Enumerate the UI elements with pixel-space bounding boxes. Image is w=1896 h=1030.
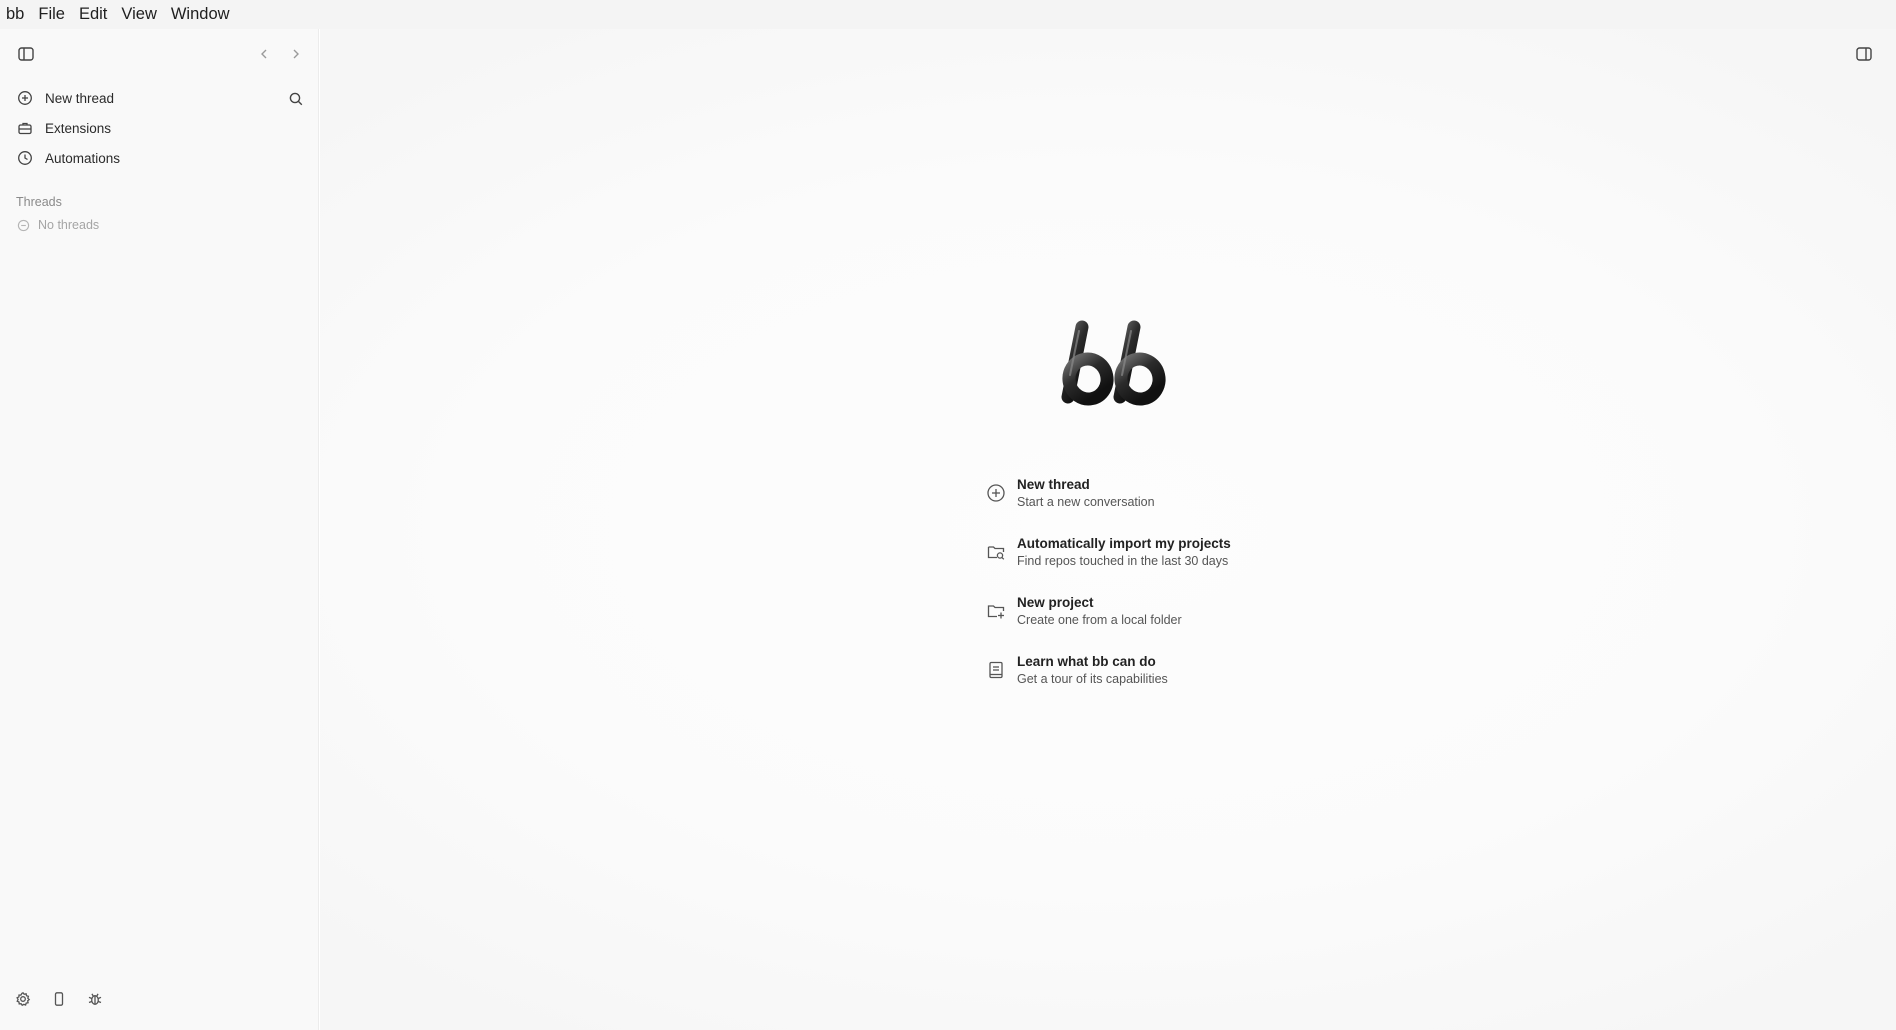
- action-title: New thread: [1017, 477, 1090, 492]
- bug-icon[interactable]: [86, 990, 104, 1008]
- action-new-thread[interactable]: New thread Start a new conversation: [985, 473, 1385, 532]
- sidebar: New thread Extensions Automations Thread…: [0, 29, 319, 1030]
- bb-logo: [1061, 320, 1166, 406]
- folder-plus-icon: [985, 600, 1007, 622]
- sidebar-item-extensions[interactable]: Extensions: [10, 114, 306, 142]
- menu-file[interactable]: File: [31, 0, 72, 29]
- action-new-project[interactable]: New project Create one from a local fold…: [985, 591, 1385, 650]
- action-subtitle: Get a tour of its capabilities: [1017, 672, 1168, 686]
- briefcase-icon: [15, 118, 35, 138]
- chevron-left-icon[interactable]: [256, 44, 272, 64]
- plus-circle-icon: [985, 482, 1007, 504]
- menu-app[interactable]: bb: [0, 0, 31, 29]
- threads-heading: Threads: [16, 195, 62, 209]
- sidebar-item-automations[interactable]: Automations: [10, 144, 306, 172]
- search-icon[interactable]: [286, 89, 306, 109]
- action-title: Automatically import my projects: [1017, 536, 1231, 551]
- phone-icon[interactable]: [50, 990, 68, 1008]
- action-title: Learn what bb can do: [1017, 654, 1156, 669]
- gear-icon[interactable]: [14, 990, 32, 1008]
- sidebar-left-icon[interactable]: [16, 44, 36, 64]
- sidebar-item-label: Automations: [45, 150, 121, 166]
- quick-actions: New thread Start a new conversation Auto…: [985, 473, 1385, 709]
- folder-search-icon: [985, 541, 1007, 563]
- action-subtitle: Create one from a local folder: [1017, 613, 1182, 627]
- no-threads-placeholder: No threads: [16, 218, 99, 232]
- action-import-projects[interactable]: Automatically import my projects Find re…: [985, 532, 1385, 591]
- menu-bar: bb File Edit View Window: [0, 0, 1896, 29]
- chevron-right-icon[interactable]: [288, 44, 304, 64]
- menu-edit[interactable]: Edit: [72, 0, 114, 29]
- action-subtitle: Find repos touched in the last 30 days: [1017, 554, 1229, 568]
- menu-window[interactable]: Window: [164, 0, 237, 29]
- sidebar-item-label: Extensions: [45, 120, 112, 136]
- main-content: New thread Start a new conversation Auto…: [320, 29, 1896, 1030]
- clock-icon: [15, 148, 35, 168]
- action-subtitle: Start a new conversation: [1017, 495, 1155, 509]
- sidebar-footer: [14, 990, 104, 1008]
- book-icon: [985, 659, 1007, 681]
- plus-circle-icon: [15, 88, 35, 108]
- action-title: New project: [1017, 595, 1094, 610]
- sidebar-item-label: New thread: [45, 90, 115, 106]
- sidebar-item-new-thread[interactable]: New thread: [10, 84, 306, 112]
- sidebar-right-icon[interactable]: [1854, 44, 1874, 64]
- no-threads-label: No threads: [38, 218, 100, 232]
- action-learn[interactable]: Learn what bb can do Get a tour of its c…: [985, 650, 1385, 709]
- menu-view[interactable]: View: [114, 0, 163, 29]
- empty-circle-icon: [16, 218, 30, 232]
